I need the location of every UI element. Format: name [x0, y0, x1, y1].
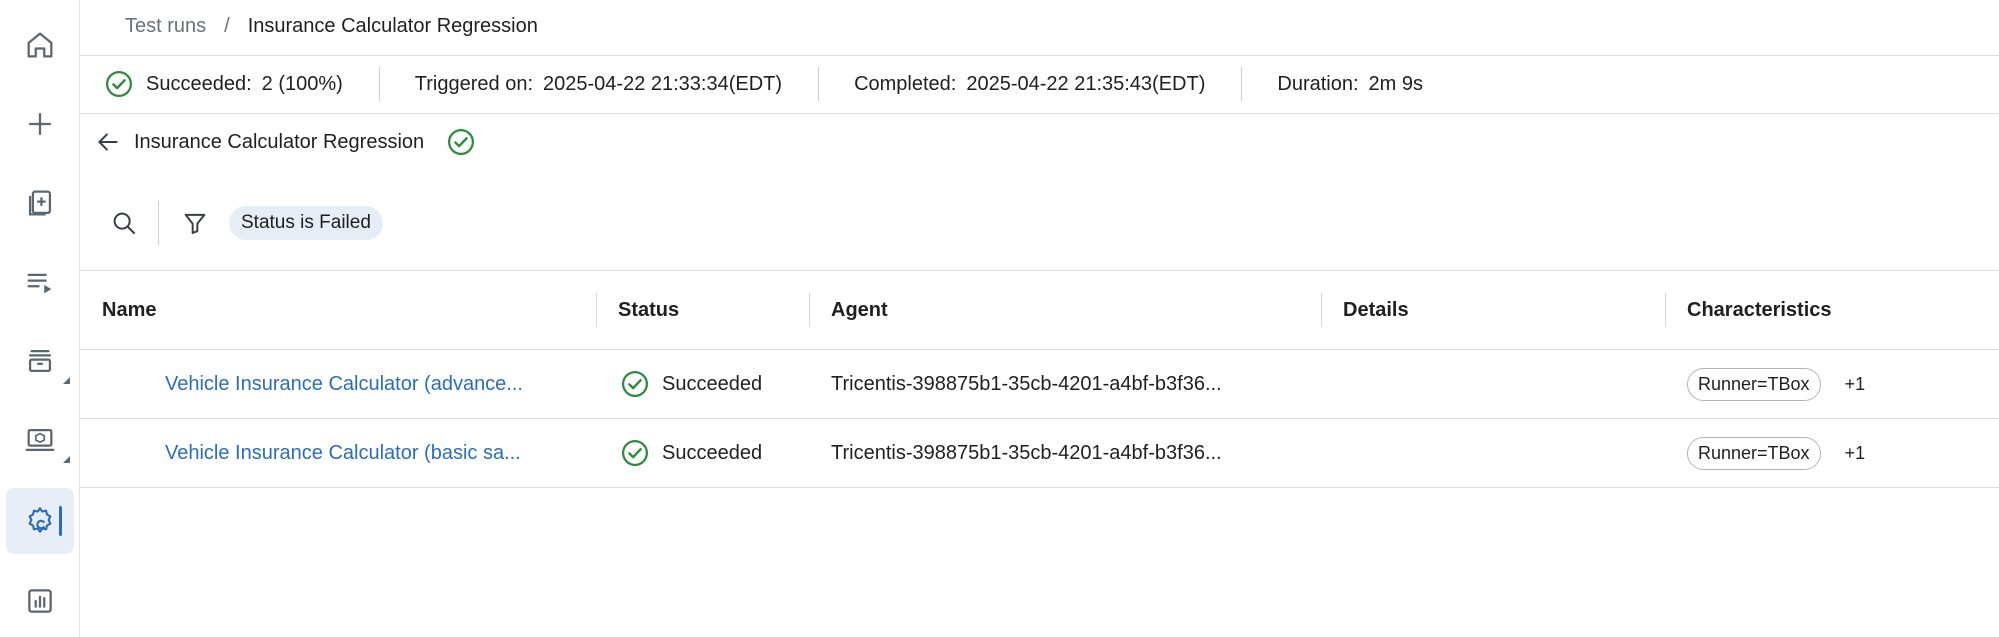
test-name-link[interactable]: Vehicle Insurance Calculator (basic sa..…	[165, 419, 521, 487]
completed-value: 2025-04-22 21:35:43(EDT)	[966, 72, 1206, 95]
active-indicator	[59, 506, 62, 536]
breadcrumb-separator: /	[224, 14, 230, 37]
search-button[interactable]	[104, 203, 144, 243]
summary-divider	[1241, 67, 1243, 101]
sidebar-item-create[interactable]	[6, 91, 74, 157]
sidebar-item-settings[interactable]	[6, 488, 74, 554]
sidebar-item-archive[interactable]	[6, 328, 74, 394]
home-icon	[27, 32, 53, 58]
gear-icon	[28, 507, 52, 533]
characteristic-tag: Runner=TBox	[1687, 367, 1821, 401]
table-row[interactable]: Vehicle Insurance Calculator (basic sa..…	[80, 419, 1999, 488]
status-text: Succeeded	[662, 372, 763, 395]
test-name-link[interactable]: Vehicle Insurance Calculator (advance...	[165, 350, 523, 418]
sidebar-item-playlists[interactable]	[6, 249, 74, 315]
playlist-icon	[27, 273, 52, 294]
characteristics-cell: Runner=TBox +1	[1687, 350, 1865, 418]
characteristic-tag: Runner=TBox	[1687, 436, 1821, 470]
expand-corner-icon	[63, 456, 70, 463]
sidebar-item-home[interactable]	[6, 12, 74, 78]
agent-cell: Tricentis-398875b1-35cb-4201-a4bf-b3f36.…	[831, 372, 1222, 395]
archive-icon	[28, 349, 52, 373]
search-icon	[113, 212, 135, 234]
status-text: Succeeded	[662, 441, 763, 464]
status-cell: Succeeded	[620, 419, 762, 487]
duration-value: 2m 9s	[1368, 72, 1424, 95]
column-header-name[interactable]: Name	[102, 271, 156, 350]
filter-toolbar: Status is Failed	[104, 198, 383, 248]
sidebar-item-test-cases[interactable]	[6, 170, 74, 236]
column-header-details[interactable]: Details	[1343, 271, 1409, 350]
plus-icon	[28, 112, 52, 136]
divider	[80, 113, 1999, 114]
run-summary-bar: Succeeded: 2 (100%) Triggered on: 2025-0…	[80, 56, 1999, 112]
filter-icon	[184, 213, 206, 234]
column-header-agent[interactable]: Agent	[831, 271, 888, 350]
success-check-icon	[622, 440, 648, 466]
run-title-row: Insurance Calculator Regression	[92, 124, 476, 160]
toolbar-divider	[158, 201, 159, 245]
summary-succeeded: Succeeded: 2 (100%)	[104, 69, 343, 99]
success-check-icon	[106, 71, 132, 97]
summary-completed: Completed: 2025-04-22 21:35:43(EDT)	[854, 73, 1205, 96]
page-title: Insurance Calculator Regression	[134, 130, 425, 153]
column-header-status[interactable]: Status	[618, 271, 679, 350]
results-table: Name Status Agent Details Characteristic…	[80, 270, 1999, 488]
clipboard-add-icon	[28, 190, 52, 216]
expand-corner-icon	[63, 377, 70, 384]
completed-label: Completed:	[854, 72, 957, 95]
sidebar	[0, 0, 80, 637]
succeeded-value: 2 (100%)	[261, 72, 343, 95]
agent-cell: Tricentis-398875b1-35cb-4201-a4bf-b3f36.…	[831, 441, 1222, 464]
sidebar-item-agents[interactable]	[6, 407, 74, 473]
triggered-value: 2025-04-22 21:33:34(EDT)	[543, 72, 783, 95]
summary-divider	[818, 67, 820, 101]
success-check-icon	[448, 129, 475, 155]
succeeded-label: Succeeded:	[146, 72, 252, 95]
more-characteristics[interactable]: +1	[1845, 374, 1866, 395]
breadcrumb-current: Insurance Calculator Regression	[247, 14, 538, 37]
column-resize-handle[interactable]	[1321, 293, 1322, 327]
more-characteristics[interactable]: +1	[1845, 443, 1866, 464]
triggered-label: Triggered on:	[414, 72, 534, 95]
summary-duration: Duration: 2m 9s	[1277, 73, 1423, 96]
column-resize-handle[interactable]	[596, 293, 597, 327]
column-resize-handle[interactable]	[1665, 293, 1666, 327]
summary-triggered: Triggered on: 2025-04-22 21:33:34(EDT)	[415, 73, 782, 96]
monitor-cube-icon	[25, 428, 55, 452]
table-header: Name Status Agent Details Characteristic…	[80, 270, 1999, 350]
column-resize-handle[interactable]	[809, 293, 810, 327]
column-header-characteristics[interactable]: Characteristics	[1687, 271, 1832, 350]
filter-chip-status[interactable]: Status is Failed	[229, 206, 383, 240]
arrow-left-icon	[98, 133, 118, 151]
table-row[interactable]: Vehicle Insurance Calculator (advance...…	[80, 350, 1999, 419]
breadcrumb: Test runs / Insurance Calculator Regress…	[125, 12, 538, 40]
duration-label: Duration:	[1277, 72, 1359, 95]
bar-chart-icon	[28, 589, 52, 613]
breadcrumb-test-runs-link[interactable]: Test runs	[125, 15, 206, 38]
success-check-icon	[622, 371, 648, 397]
characteristics-cell: Runner=TBox +1	[1687, 419, 1865, 487]
back-button[interactable]	[92, 126, 124, 158]
sidebar-item-reports[interactable]	[6, 568, 74, 634]
status-cell: Succeeded	[620, 350, 762, 418]
filter-button[interactable]	[175, 203, 215, 243]
summary-divider	[378, 67, 380, 101]
